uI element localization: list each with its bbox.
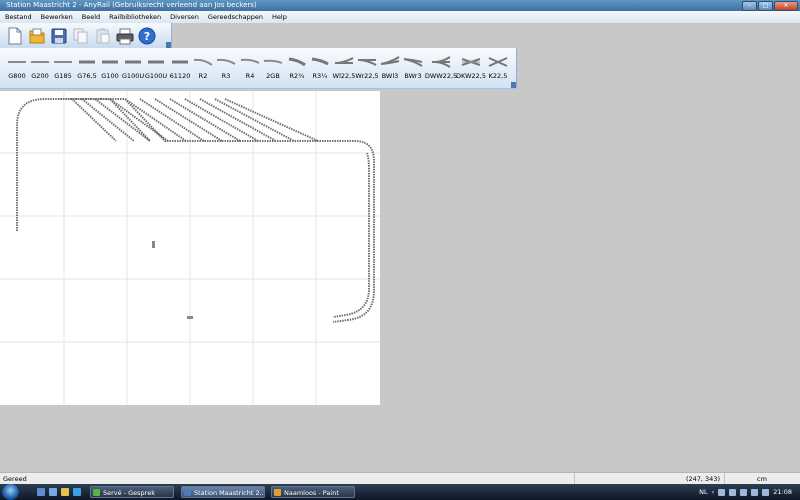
menu-bar: Bestand Bewerken Beeld Railbibliotheken … bbox=[0, 11, 800, 23]
menu-diversen[interactable]: Diversen bbox=[165, 11, 203, 23]
straight-track-icon bbox=[172, 60, 188, 64]
left-curved-switch-icon bbox=[380, 56, 400, 65]
clock[interactable]: 21:08 bbox=[773, 488, 792, 496]
straight-track-icon bbox=[8, 61, 26, 63]
security-icon[interactable] bbox=[740, 488, 748, 496]
desktop-quicklaunch-icon[interactable] bbox=[37, 488, 45, 496]
tray-chevron-icon[interactable]: ‹ bbox=[712, 488, 715, 496]
taskbar: Servé - Gesprek Station Maastricht 2... … bbox=[0, 484, 800, 500]
start-button[interactable] bbox=[2, 484, 19, 500]
printer-icon bbox=[116, 28, 134, 44]
save-button[interactable] bbox=[49, 26, 69, 46]
straight-track-icon bbox=[79, 60, 95, 64]
anyrail-icon bbox=[184, 489, 191, 496]
layout-canvas[interactable] bbox=[0, 91, 380, 405]
straight-track-icon bbox=[31, 61, 49, 63]
update-icon[interactable] bbox=[762, 488, 770, 496]
task-paint[interactable]: Naamloos - Paint bbox=[271, 486, 355, 498]
minimize-button[interactable]: – bbox=[742, 1, 757, 11]
menu-bestand[interactable]: Bestand bbox=[0, 11, 36, 23]
messenger-tray-icon[interactable] bbox=[751, 488, 759, 496]
rail-item-k22-5[interactable]: K22,5 bbox=[487, 51, 509, 85]
menu-help[interactable]: Help bbox=[267, 11, 291, 23]
task-label: Servé - Gesprek bbox=[103, 489, 155, 497]
new-file-button[interactable] bbox=[5, 26, 25, 46]
status-bar: Gereed (247, 343) cm bbox=[0, 472, 800, 484]
rail-label: DWW22,5 bbox=[424, 72, 458, 80]
curved-track-icon bbox=[263, 59, 283, 64]
close-button[interactable]: ✕ bbox=[774, 1, 798, 11]
rail-library-toolbar: G800 G200 G185 G76,5 G100 G100U G100U 61… bbox=[0, 48, 517, 89]
track-plan bbox=[0, 91, 380, 405]
task-label: Station Maastricht 2... bbox=[194, 489, 265, 497]
paint-icon bbox=[274, 489, 281, 496]
title-bar: Station Maastricht 2 - AnyRail (Gebruiks… bbox=[0, 0, 800, 11]
standard-toolbar: ? bbox=[0, 23, 172, 48]
new-file-icon bbox=[8, 27, 22, 44]
straight-track-icon bbox=[148, 60, 164, 64]
task-anyrail[interactable]: Station Maastricht 2... bbox=[181, 486, 265, 498]
straight-track-icon bbox=[125, 60, 141, 64]
explorer-quicklaunch-icon[interactable] bbox=[61, 488, 69, 496]
paste-button[interactable] bbox=[93, 26, 113, 46]
right-switch-icon bbox=[358, 59, 377, 66]
window-title: Station Maastricht 2 - AnyRail (Gebruiks… bbox=[6, 1, 257, 9]
unit-label: cm bbox=[757, 475, 767, 483]
language-indicator[interactable]: NL bbox=[699, 488, 707, 496]
curved-track-icon bbox=[193, 58, 213, 66]
grid-lines bbox=[0, 91, 380, 405]
system-tray: NL ‹ 21:08 bbox=[699, 484, 800, 500]
window-switcher-icon[interactable] bbox=[49, 488, 57, 496]
left-switch-icon bbox=[335, 57, 354, 64]
save-icon bbox=[51, 28, 67, 43]
curved-track-icon bbox=[311, 57, 329, 66]
open-button[interactable] bbox=[27, 26, 47, 46]
curved-track-icon bbox=[240, 58, 260, 64]
task-messenger[interactable]: Servé - Gesprek bbox=[90, 486, 174, 498]
toolbar-grip[interactable] bbox=[511, 82, 516, 88]
track-inner-curve bbox=[332, 152, 370, 318]
open-folder-icon bbox=[29, 28, 45, 43]
help-button[interactable]: ? bbox=[137, 26, 157, 46]
menu-beeld[interactable]: Beeld bbox=[77, 11, 104, 23]
menu-bewerken[interactable]: Bewerken bbox=[36, 11, 77, 23]
curved-track-icon bbox=[288, 57, 306, 67]
three-way-switch-icon bbox=[432, 56, 451, 68]
rail-item-dww22-5[interactable]: DWW22,5 bbox=[425, 51, 457, 85]
copy-button[interactable] bbox=[71, 26, 91, 46]
track-yard-sidings bbox=[71, 98, 319, 142]
crossing-icon bbox=[488, 57, 508, 67]
network-icon[interactable] bbox=[718, 488, 726, 496]
cursor-coordinates: (247, 343) bbox=[575, 473, 725, 484]
status-text: Gereed bbox=[0, 473, 575, 484]
svg-text:?: ? bbox=[144, 30, 150, 43]
print-button[interactable] bbox=[115, 26, 135, 46]
straight-track-icon bbox=[102, 60, 118, 64]
task-label: Naamloos - Paint bbox=[284, 489, 339, 497]
rail-item-dkw22-5[interactable]: DKW22,5 bbox=[456, 51, 486, 85]
curved-track-icon bbox=[216, 58, 236, 65]
menu-gereedschappen[interactable]: Gereedschappen bbox=[203, 11, 267, 23]
paste-icon bbox=[96, 27, 110, 43]
messenger-icon bbox=[93, 489, 100, 496]
maximize-button[interactable]: □ bbox=[758, 1, 773, 11]
right-curved-switch-icon bbox=[403, 58, 423, 67]
double-slip-icon bbox=[461, 58, 481, 66]
rail-label: K22,5 bbox=[488, 72, 508, 80]
rail-item-bwr3[interactable]: BWr3 bbox=[402, 51, 424, 85]
window-controls: – □ ✕ bbox=[742, 1, 798, 11]
loose-track-pieces bbox=[152, 241, 193, 319]
help-icon: ? bbox=[138, 27, 156, 44]
browser-quicklaunch-icon[interactable] bbox=[73, 488, 81, 496]
straight-track-icon bbox=[54, 61, 72, 63]
volume-icon[interactable] bbox=[729, 488, 737, 496]
track-main-line bbox=[16, 98, 375, 323]
menu-railbibliotheken[interactable]: Railbibliotheken bbox=[104, 11, 165, 23]
copy-icon bbox=[73, 28, 88, 43]
